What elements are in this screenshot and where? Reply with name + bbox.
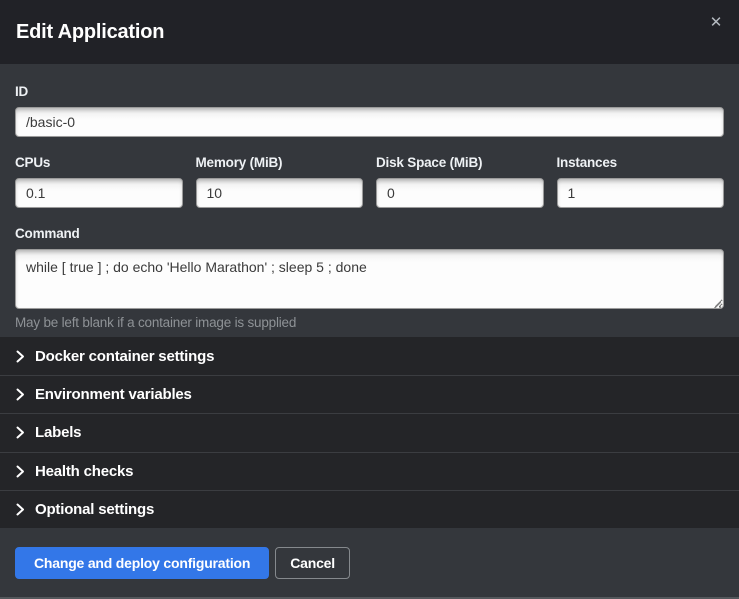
id-input[interactable] xyxy=(15,107,724,137)
modal-footer: Change and deploy configuration Cancel xyxy=(0,528,739,599)
modal-body: ID CPUs Memory (MiB) Disk Space (MiB) In… xyxy=(0,64,739,337)
disk-field-group: Disk Space (MiB) xyxy=(376,155,544,208)
chevron-right-icon xyxy=(16,503,25,516)
command-label: Command xyxy=(15,226,724,241)
cpus-input[interactable] xyxy=(15,178,183,208)
section-optional-settings[interactable]: Optional settings xyxy=(0,490,739,528)
command-field-group: Command while [ true ] ; do echo 'Hello … xyxy=(15,226,724,330)
change-and-deploy-button[interactable]: Change and deploy configuration xyxy=(15,547,269,579)
modal-title: Edit Application xyxy=(16,21,164,44)
chevron-right-icon xyxy=(16,465,25,478)
close-icon[interactable]: ✕ xyxy=(705,12,727,34)
chevron-right-icon xyxy=(16,388,25,401)
section-health-checks[interactable]: Health checks xyxy=(0,452,739,490)
section-label: Optional settings xyxy=(35,501,154,518)
chevron-right-icon xyxy=(16,350,25,363)
id-label: ID xyxy=(15,84,724,99)
section-docker-container-settings[interactable]: Docker container settings xyxy=(0,337,739,375)
memory-label: Memory (MiB) xyxy=(196,155,364,170)
disk-label: Disk Space (MiB) xyxy=(376,155,544,170)
instances-label: Instances xyxy=(557,155,725,170)
edit-application-modal: Edit Application ✕ ID CPUs Memory (MiB) … xyxy=(0,0,739,599)
modal-header: Edit Application ✕ xyxy=(0,0,739,64)
section-label: Labels xyxy=(35,424,81,441)
section-labels[interactable]: Labels xyxy=(0,413,739,451)
instances-input[interactable] xyxy=(557,178,725,208)
cancel-button[interactable]: Cancel xyxy=(275,547,350,579)
instances-field-group: Instances xyxy=(557,155,725,208)
section-label: Docker container settings xyxy=(35,348,214,365)
collapsible-sections: Docker container settings Environment va… xyxy=(0,337,739,528)
memory-input[interactable] xyxy=(196,178,364,208)
chevron-right-icon xyxy=(16,426,25,439)
disk-input[interactable] xyxy=(376,178,544,208)
memory-field-group: Memory (MiB) xyxy=(196,155,364,208)
command-help-text: May be left blank if a container image i… xyxy=(15,315,724,330)
cpus-field-group: CPUs xyxy=(15,155,183,208)
command-textarea[interactable]: while [ true ] ; do echo 'Hello Marathon… xyxy=(15,249,724,309)
section-label: Environment variables xyxy=(35,386,192,403)
cpus-label: CPUs xyxy=(15,155,183,170)
section-environment-variables[interactable]: Environment variables xyxy=(0,375,739,413)
id-field-group: ID xyxy=(15,84,724,137)
resource-row: CPUs Memory (MiB) Disk Space (MiB) Insta… xyxy=(15,155,724,208)
section-label: Health checks xyxy=(35,463,133,480)
